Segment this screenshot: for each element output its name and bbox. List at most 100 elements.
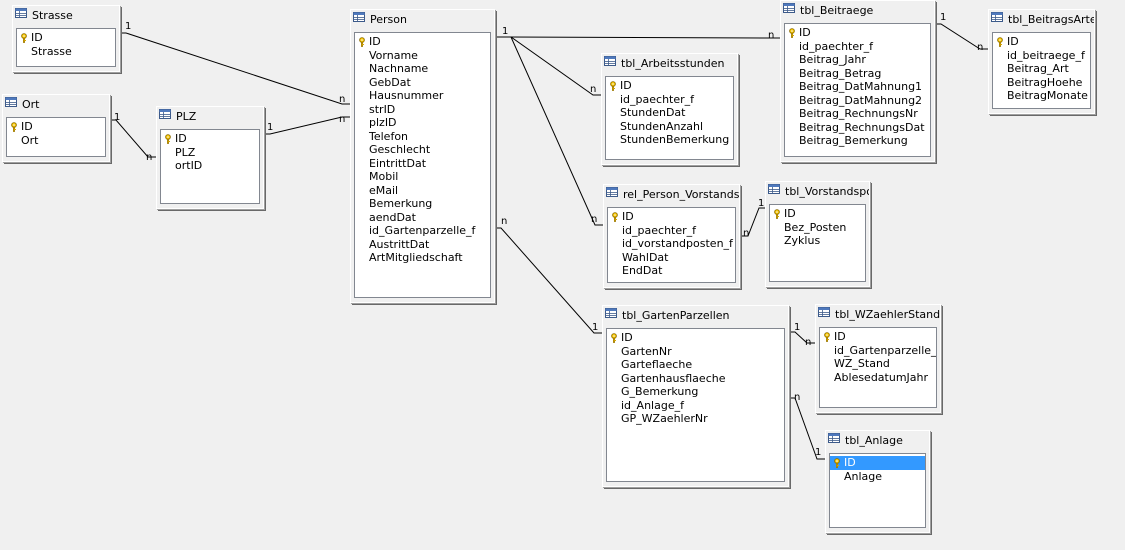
field-item[interactable]: EintrittDat xyxy=(355,157,490,171)
field-item[interactable]: id_paechter_f xyxy=(608,224,735,238)
field-item[interactable]: id_beitraege_f xyxy=(993,49,1090,63)
field-list[interactable]: ID id_Gartenparzelle_f WZ_Stand Ablesedatum… xyxy=(819,327,937,408)
table-window-titlebar[interactable]: tbl_Anlage xyxy=(826,431,929,451)
field-item[interactable]: Beitrag_RechnungsNr xyxy=(785,107,930,121)
relation-line[interactable] xyxy=(505,36,603,226)
field-item[interactable]: GebDat xyxy=(355,76,490,90)
table-window-titlebar[interactable]: rel_Person_Vorstandspc xyxy=(604,185,739,205)
table-window-relperson[interactable]: rel_Person_Vorstandspc IDid_paechter_fid_… xyxy=(603,184,740,288)
field-item[interactable]: ID xyxy=(785,26,930,40)
field-list[interactable]: ID Vorname Nachname GebDat Hausnummer strID pl… xyxy=(354,32,491,298)
table-window-titlebar[interactable]: Ort xyxy=(3,95,109,115)
table-window-wzaehler[interactable]: tbl_WZaehlerStand ID id_Gartenparzelle_f WZ… xyxy=(815,304,941,413)
field-item[interactable]: ID xyxy=(820,330,936,344)
table-window-beitraege[interactable]: tbl_Beitraege ID id_paechter_f Beitrag_Jahr… xyxy=(780,0,935,162)
field-item[interactable]: eMail xyxy=(355,184,490,198)
field-item[interactable]: ID xyxy=(606,79,733,93)
field-item[interactable]: WahlDat xyxy=(608,251,735,265)
field-item[interactable]: Hausnummer xyxy=(355,89,490,103)
field-item[interactable]: Zyklus xyxy=(770,234,865,248)
field-item[interactable]: Ort xyxy=(7,134,105,148)
field-item[interactable]: ID xyxy=(7,120,105,134)
relation-line[interactable] xyxy=(120,32,350,105)
table-window-person[interactable]: Person ID Vorname Nachname GebDat Hausnummer s… xyxy=(350,9,495,303)
field-item[interactable]: GP_WZaehlerNr xyxy=(607,412,784,426)
table-window-titlebar[interactable]: tbl_WZaehlerStand xyxy=(816,305,940,325)
field-item[interactable]: ID xyxy=(607,331,784,345)
field-list[interactable]: ID id_beitraege_f Beitrag_Art BeitragHoehe B… xyxy=(992,32,1091,109)
field-item[interactable]: Beitrag_Jahr xyxy=(785,53,930,67)
table-window-titlebar[interactable]: tbl_Beitraege xyxy=(781,1,934,21)
field-item[interactable]: id_vorstandposten_f xyxy=(608,237,735,251)
table-window-arbeitsstunden[interactable]: tbl_Arbeitsstunden ID id_paechter_f Stunden… xyxy=(601,53,738,165)
field-item[interactable]: StundenBemerkung xyxy=(606,133,733,147)
field-item[interactable]: ID xyxy=(993,35,1090,49)
field-item[interactable]: ID xyxy=(770,207,865,221)
field-item[interactable]: ID xyxy=(355,35,490,49)
field-list[interactable]: ID Ort xyxy=(6,117,106,157)
field-item[interactable]: Mobil xyxy=(355,170,490,184)
field-item[interactable]: Gartenhausflaeche xyxy=(607,372,784,386)
field-item[interactable]: Strasse xyxy=(17,45,115,59)
field-item[interactable]: BeitragHoehe xyxy=(993,76,1090,90)
relation-line[interactable] xyxy=(740,207,765,237)
field-item[interactable]: Beitrag_DatMahnung2 xyxy=(785,94,930,108)
table-window-plz[interactable]: PLZ ID PLZ ortID xyxy=(156,106,264,209)
field-item[interactable]: Bemerkung xyxy=(355,197,490,211)
table-window-titlebar[interactable]: Person xyxy=(351,10,494,30)
relation-line[interactable] xyxy=(505,36,601,96)
field-item[interactable]: Beitrag_Betrag xyxy=(785,67,930,81)
table-window-beitragsarten[interactable]: tbl_BeitragsArtenIDid_beitraege_fBeitrag… xyxy=(988,9,1095,114)
field-item[interactable]: strID xyxy=(355,103,490,117)
field-list[interactable]: ID Anlage xyxy=(829,453,926,528)
field-item[interactable]: AustrittDat xyxy=(355,238,490,252)
field-item[interactable]: Telefon xyxy=(355,130,490,144)
relation-line[interactable] xyxy=(495,227,602,334)
table-window-titlebar[interactable]: tbl_Arbeitsstunden xyxy=(602,54,737,74)
field-item[interactable]: Anlage xyxy=(830,470,925,484)
field-item[interactable]: id_Gartenparzelle_f xyxy=(820,344,936,358)
field-list[interactable]: ID PLZ ortID xyxy=(160,129,260,204)
field-item[interactable]: Bez_Posten xyxy=(770,221,865,235)
relation-line[interactable] xyxy=(264,116,350,135)
field-list[interactable]: ID GartenNr Garteflaeche Gartenhausflaeche G… xyxy=(606,328,785,482)
table-window-gartenparzellen[interactable]: tbl_GartenParzellen ID GartenNr Garteflaech… xyxy=(602,305,789,487)
field-item[interactable]: id_Anlage_f xyxy=(607,399,784,413)
table-window-titlebar[interactable]: tbl_Vorstandspos xyxy=(766,182,869,202)
field-item[interactable]: ID xyxy=(830,456,925,470)
field-item[interactable]: Vorname xyxy=(355,49,490,63)
table-window-titlebar[interactable]: Strasse xyxy=(13,6,119,26)
field-list[interactable]: ID Bez_Posten Zyklus xyxy=(769,204,866,282)
table-window-ort[interactable]: Ort ID Ort xyxy=(2,94,110,162)
field-item[interactable]: Beitrag_RechnungsDat xyxy=(785,121,930,135)
field-item[interactable]: id_paechter_f xyxy=(606,93,733,107)
table-window-titlebar[interactable]: tbl_BeitragsArten xyxy=(989,10,1094,30)
relation-line[interactable] xyxy=(935,23,988,50)
field-item[interactable]: aendDat xyxy=(355,211,490,225)
field-list[interactable]: ID Strasse xyxy=(16,28,116,67)
field-item[interactable]: EndDat xyxy=(608,264,735,278)
field-item[interactable]: ID xyxy=(608,210,735,224)
field-item[interactable]: ID xyxy=(17,31,115,45)
field-item[interactable]: ArtMitgliedschaft xyxy=(355,251,490,265)
field-item[interactable]: ortID xyxy=(161,159,259,173)
field-list[interactable]: ID id_paechter_f id_vorstandposten_f WahlDa… xyxy=(607,207,736,283)
relation-line[interactable] xyxy=(110,119,156,158)
field-list[interactable]: ID id_paechter_f StundenDat StundenAnzahl St… xyxy=(605,76,734,160)
field-item[interactable]: Garteflaeche xyxy=(607,358,784,372)
table-window-titlebar[interactable]: tbl_GartenParzellen xyxy=(603,306,788,326)
field-item[interactable]: id_Gartenparzelle_f xyxy=(355,224,490,238)
field-item[interactable]: G_Bemerkung xyxy=(607,385,784,399)
relation-line[interactable] xyxy=(495,36,780,39)
field-item[interactable]: Beitrag_DatMahnung1 xyxy=(785,80,930,94)
field-item[interactable]: Nachname xyxy=(355,62,490,76)
field-item[interactable]: AblesedatumJahr xyxy=(820,371,936,385)
field-item[interactable]: WZ_Stand xyxy=(820,357,936,371)
field-item[interactable]: BeitragMonate xyxy=(993,89,1090,103)
field-item[interactable]: Beitrag_Bemerkung xyxy=(785,134,930,148)
field-item[interactable]: id_paechter_f xyxy=(785,40,930,54)
relation-line[interactable] xyxy=(789,331,815,344)
table-window-titlebar[interactable]: PLZ xyxy=(157,107,263,127)
field-item[interactable]: plzID xyxy=(355,116,490,130)
field-item[interactable]: Beitrag_Art xyxy=(993,62,1090,76)
